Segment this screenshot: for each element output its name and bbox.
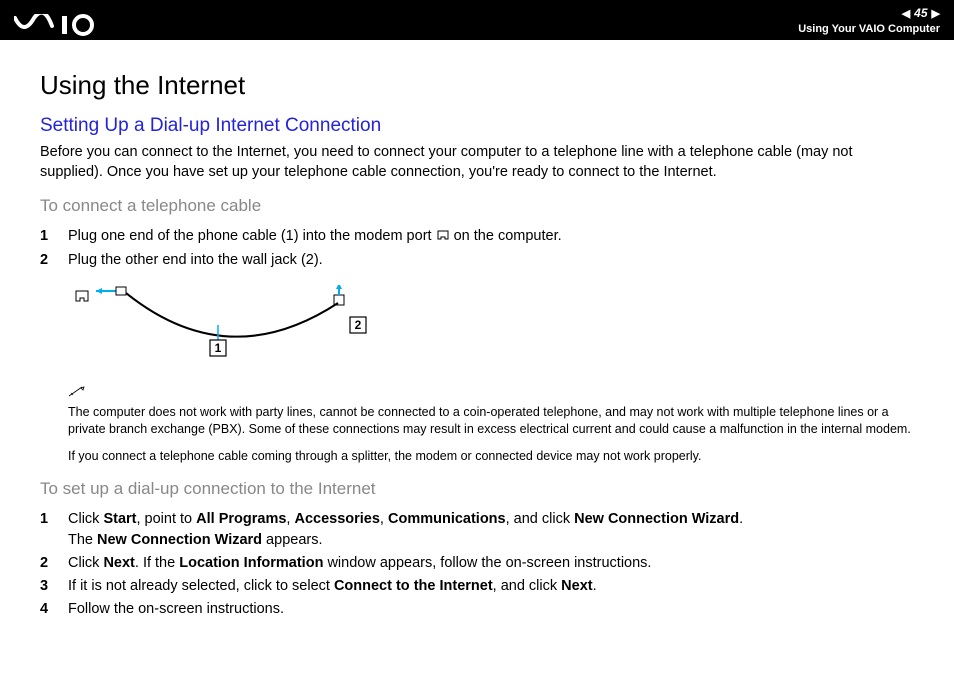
subheading-connect-cable: To connect a telephone cable [40,196,914,216]
modem-port-icon [436,227,450,248]
step-item: Plug the other end into the wall jack (2… [40,250,914,271]
note-text: The computer does not work with party li… [68,404,914,438]
header-bar: ◀ 45 ▶ Using Your VAIO Computer [0,0,954,40]
steps-dialup: Click Start, point to All Programs, Acce… [40,509,914,620]
step-item: Click Next. If the Location Information … [40,553,914,574]
prev-page-arrow[interactable]: ◀ [902,7,910,21]
page-content: Using the Internet Setting Up a Dial-up … [0,40,954,654]
diagram-label-2: 2 [355,318,362,332]
page-title: Using the Internet [40,70,914,101]
note-text: If you connect a telephone cable coming … [68,448,914,465]
breadcrumb: Using Your VAIO Computer [798,22,940,36]
subheading-dialup: To set up a dial-up connection to the In… [40,479,914,499]
note-block: The computer does not work with party li… [68,384,914,465]
header-right: ◀ 45 ▶ Using Your VAIO Computer [798,6,940,36]
step-item: Click Start, point to All Programs, Acce… [40,509,914,551]
section-intro: Before you can connect to the Internet, … [40,143,914,182]
cable-diagram: 1 2 [68,285,914,370]
next-page-arrow[interactable]: ▶ [932,7,940,21]
diagram-label-1: 1 [215,341,222,355]
note-icon [68,384,914,402]
section-heading: Setting Up a Dial-up Internet Connection [40,115,914,137]
step-item: Plug one end of the phone cable (1) into… [40,226,914,248]
page-number: 45 [914,6,927,22]
steps-connect-cable: Plug one end of the phone cable (1) into… [40,226,914,271]
vaio-logo [14,14,124,36]
step-item: Follow the on-screen instructions. [40,599,914,620]
step-item: If it is not already selected, click to … [40,576,914,597]
page-nav: ◀ 45 ▶ [798,6,940,22]
